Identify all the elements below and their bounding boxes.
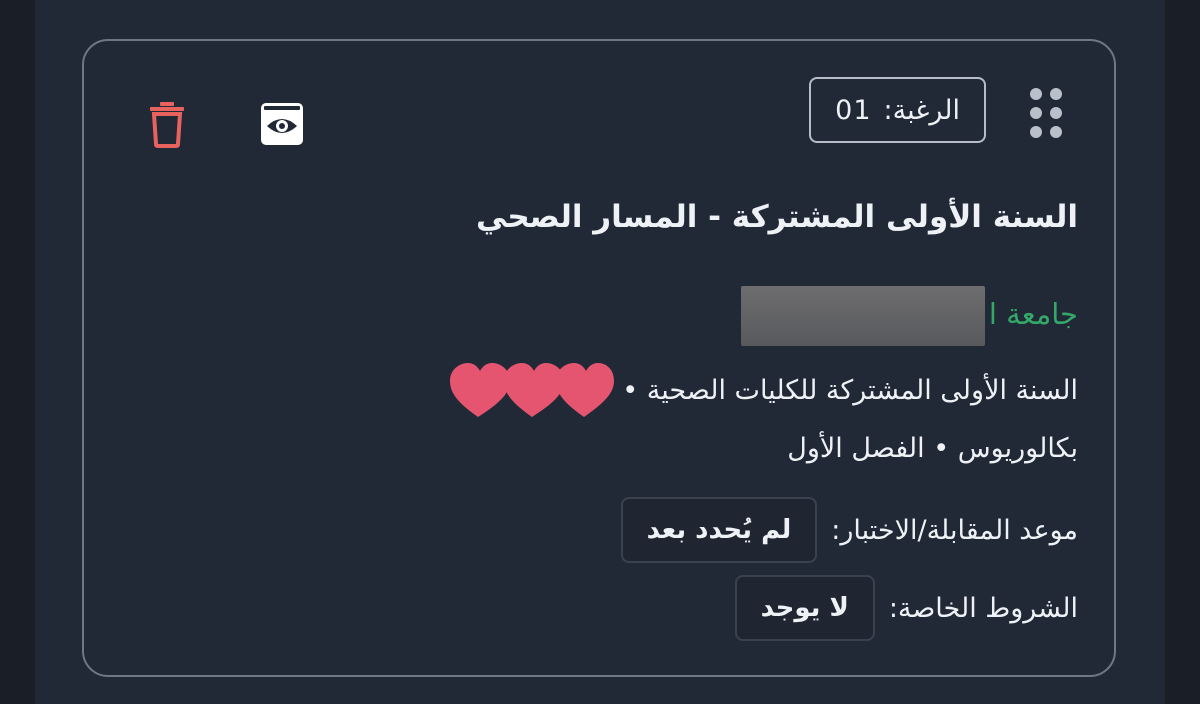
conditions-row: الشروط الخاصة: لا يوجد	[734, 575, 1078, 641]
university-name: جامعة ا	[740, 284, 1078, 346]
preference-label: الرغبة:	[883, 94, 960, 126]
interview-row: موعد المقابلة/الاختبار: لم يُحدد بعد	[620, 497, 1078, 563]
preference-number: 01	[835, 94, 872, 126]
trash-icon	[150, 102, 184, 148]
preference-card: الرغبة: 01 السنة الأولى المشتركة - المسا…	[82, 39, 1116, 677]
program-line: السنة الأولى المشتركة للكليات الصحية •	[448, 359, 1078, 421]
preference-badge: الرغبة: 01	[809, 77, 986, 143]
eye-icon	[261, 103, 303, 145]
delete-button[interactable]	[142, 99, 192, 149]
program-title: السنة الأولى المشتركة - المسار الصحي	[475, 199, 1078, 235]
redaction-block	[740, 286, 985, 346]
view-button[interactable]	[257, 99, 307, 149]
hearts-sticker	[448, 359, 616, 421]
conditions-value: لا يوجد	[734, 575, 875, 641]
interview-label: موعد المقابلة/الاختبار:	[831, 514, 1078, 546]
degree-semester: بكالوريوس • الفصل الأول	[787, 433, 1078, 464]
heart-icon	[450, 363, 615, 417]
conditions-label: الشروط الخاصة:	[888, 592, 1078, 624]
program-text: السنة الأولى المشتركة للكليات الصحية •	[622, 374, 1078, 406]
drag-handle-icon[interactable]	[1026, 88, 1062, 138]
interview-value: لم يُحدد بعد	[620, 497, 818, 563]
university-prefix: جامعة ا	[988, 297, 1078, 331]
